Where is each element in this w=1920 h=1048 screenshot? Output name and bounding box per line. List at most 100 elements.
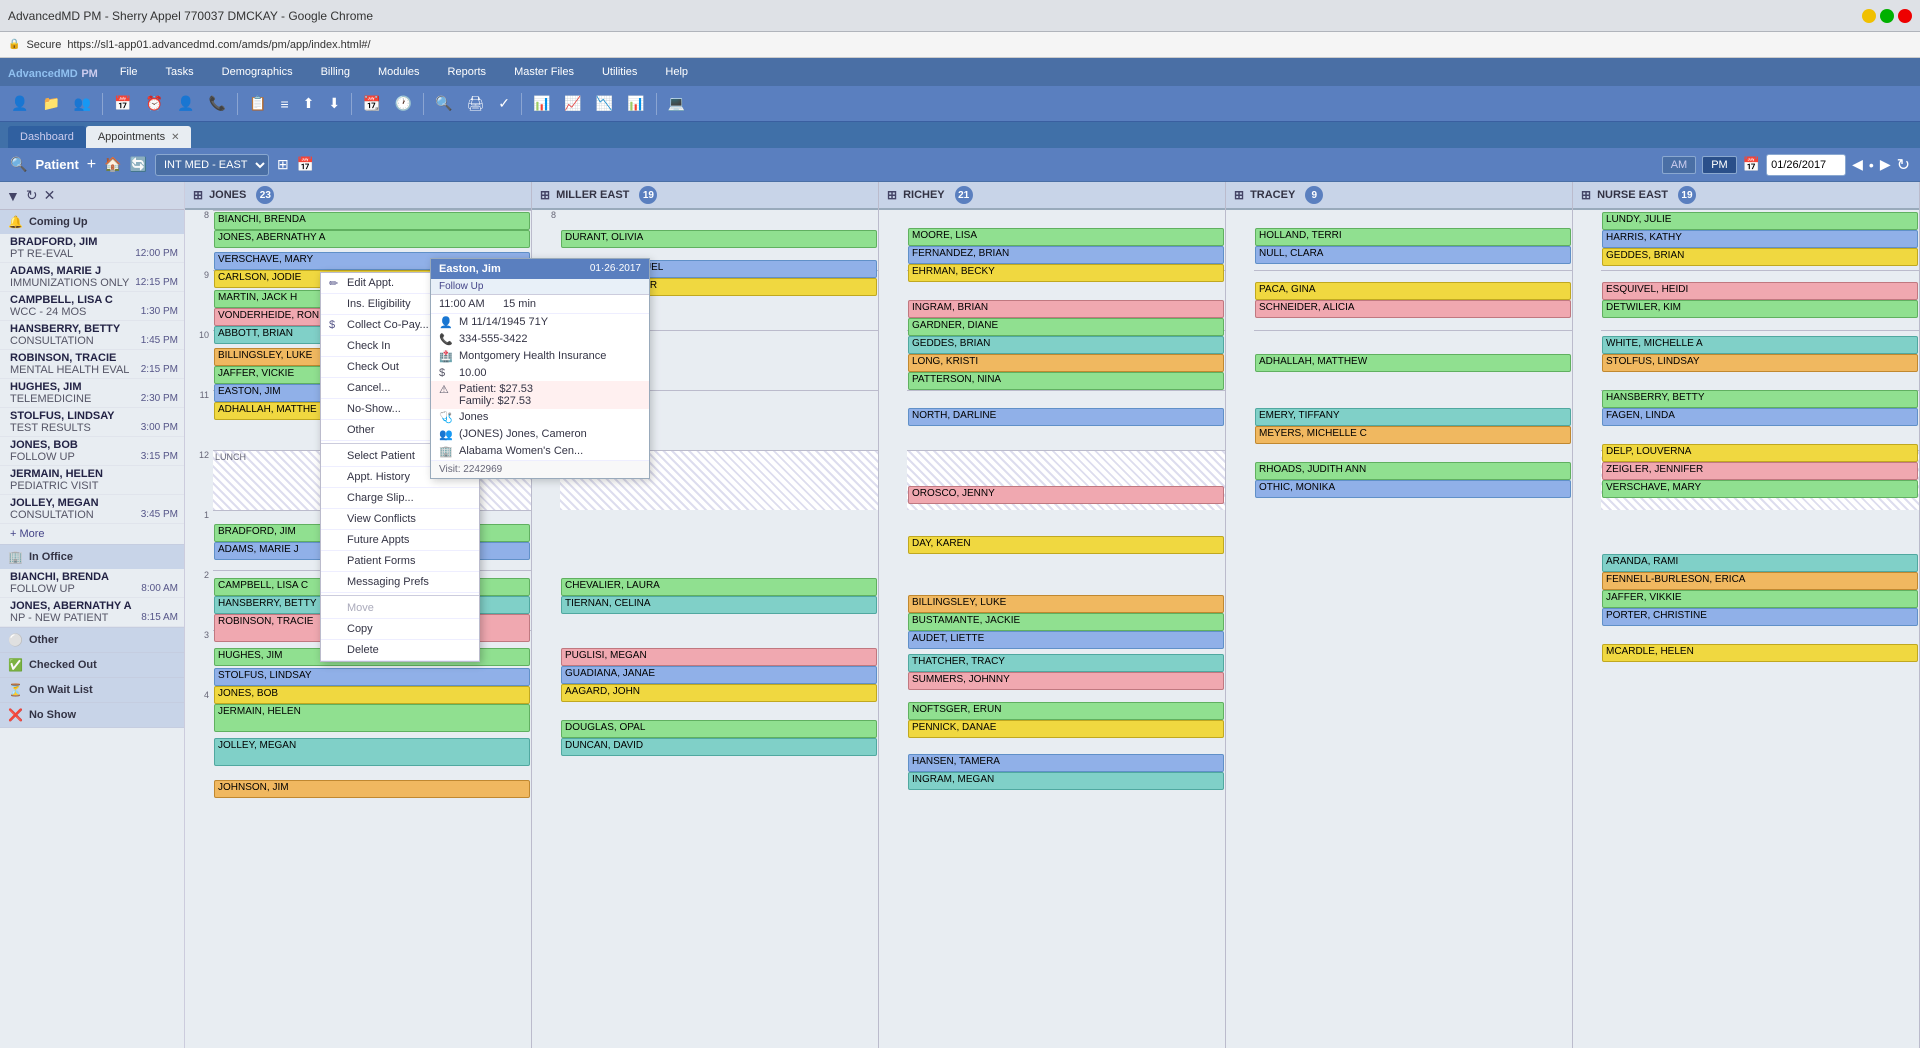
ctx-messaging-prefs[interactable]: Messaging Prefs (321, 572, 479, 593)
appt-ehrman[interactable]: EHRMAN, BECKY (908, 264, 1224, 282)
folder-icon[interactable]: 📁 (37, 92, 64, 115)
appt-fagen[interactable]: FAGEN, LINDA (1602, 408, 1918, 426)
download-icon[interactable]: ⬇ (323, 92, 345, 115)
calendar-nav-icon[interactable]: 📅 (297, 156, 314, 173)
appt-porter[interactable]: PORTER, CHRISTINE (1602, 608, 1918, 626)
sidebar-item-campbell[interactable]: CAMPBELL, LISA C WCC - 24 MOS 1:30 PM (0, 292, 184, 321)
ctx-charge-slip[interactable]: Charge Slip... (321, 488, 479, 509)
sidebar-item-stolfus[interactable]: STOLFUS, LINDSAY TEST RESULTS 3:00 PM (0, 408, 184, 437)
appt-delp[interactable]: DELP, LOUVERNA (1602, 444, 1918, 462)
appt-jaffer-nurse[interactable]: JAFFER, VIKKIE (1602, 590, 1918, 608)
sidebar-item-robinson[interactable]: ROBINSON, TRACIE MENTAL HEALTH EVAL 2:15… (0, 350, 184, 379)
provider-selector[interactable]: INT MED - EAST (155, 154, 269, 176)
appt-othic[interactable]: OTHIC, MONIKA (1255, 480, 1571, 498)
sidebar-close-icon[interactable]: ✕ (44, 187, 56, 204)
appt-jolley-megan[interactable]: JOLLEY, MEGAN (214, 738, 530, 766)
ctx-patient-forms[interactable]: Patient Forms (321, 551, 479, 572)
filter-icon[interactable]: ▼ (6, 188, 20, 204)
sidebar-item-jermain[interactable]: JERMAIN, HELEN PEDIATRIC VISIT (0, 466, 184, 495)
menu-utilities[interactable]: Utilities (596, 64, 643, 80)
sidebar-item-adams[interactable]: ADAMS, MARIE J IMMUNIZATIONS ONLY 12:15 … (0, 263, 184, 292)
tasks-icon[interactable]: ✓ (493, 92, 515, 115)
phone-icon[interactable]: 📞 (204, 92, 231, 115)
appt-holland[interactable]: HOLLAND, TERRI (1255, 228, 1571, 246)
appt-fernandez[interactable]: FERNANDEZ, BRIAN (908, 246, 1224, 264)
appt-white-michelle[interactable]: WHITE, MICHELLE A (1602, 336, 1918, 354)
appt-fennell[interactable]: FENNELL-BURLESON, ERICA (1602, 572, 1918, 590)
add-patient-button[interactable]: + (87, 156, 96, 174)
ctx-delete[interactable]: Delete (321, 640, 479, 661)
chart1-icon[interactable]: 📊 (528, 92, 555, 115)
people-icon[interactable]: 👥 (69, 92, 96, 115)
sidebar-item-hughes[interactable]: HUGHES, JIM TELEMEDICINE 2:30 PM (0, 379, 184, 408)
appt-jones-abernathy[interactable]: JONES, ABERNATHY A (214, 230, 530, 248)
appt-esquivel[interactable]: ESQUIVEL, HEIDI (1602, 282, 1918, 300)
sidebar-item-bradford[interactable]: BRADFORD, JIM PT RE-EVAL 12:00 PM (0, 234, 184, 263)
appt-hansberry-nurse[interactable]: HANSBERRY, BETTY (1602, 390, 1918, 408)
appt-zeigler[interactable]: ZEIGLER, JENNIFER (1602, 462, 1918, 480)
navigate-icon[interactable]: ⬆ (298, 92, 320, 115)
menu-modules[interactable]: Modules (372, 64, 426, 80)
address-url[interactable]: https://sl1-app01.advancedmd.com/amds/pm… (67, 39, 370, 51)
ctx-future-appts[interactable]: Future Appts (321, 530, 479, 551)
appt-verschave-nurse[interactable]: VERSCHAVE, MARY (1602, 480, 1918, 498)
time-icon[interactable]: 🕐 (390, 92, 417, 115)
appt-paca-gina[interactable]: PACA, GINA (1255, 282, 1571, 300)
search-icon[interactable]: 🔍 (430, 92, 457, 115)
tablet-icon[interactable]: 💻 (663, 92, 690, 115)
appt-north[interactable]: NORTH, DARLINE (908, 408, 1224, 426)
appt-lundy[interactable]: LUNDY, JULIE (1602, 212, 1918, 230)
appt-hansen[interactable]: HANSEN, TAMERA (908, 754, 1224, 772)
home-icon[interactable]: 🏠 (104, 156, 121, 173)
menu-file[interactable]: File (114, 64, 144, 80)
sidebar-item-jolley[interactable]: JOLLEY, MEGAN CONSULTATION 3:45 PM (0, 495, 184, 524)
sidebar-section-office-header[interactable]: 🏢 In Office (0, 545, 184, 569)
appt-chevalier[interactable]: CHEVALIER, LAURA (561, 578, 877, 596)
menu-master-files[interactable]: Master Files (508, 64, 580, 80)
calendar2-icon[interactable]: 📆 (358, 92, 385, 115)
appt-bianchi-brenda[interactable]: BIANCHI, BRENDA (214, 212, 530, 230)
calendar-icon[interactable]: 📅 (109, 92, 136, 115)
minimize-button[interactable] (1862, 9, 1876, 23)
tab-appointments[interactable]: Appointments ✕ (86, 126, 192, 148)
appt-geddes-brian[interactable]: GEDDES, BRIAN (908, 336, 1224, 354)
appt-rhoads[interactable]: RHOADS, JUDITH ANN (1255, 462, 1571, 480)
appt-schneider[interactable]: SCHNEIDER, ALICIA (1255, 300, 1571, 318)
ctx-view-conflicts[interactable]: View Conflicts (321, 509, 479, 530)
chart3-icon[interactable]: 📉 (591, 92, 618, 115)
appt-johnson-jim[interactable]: JOHNSON, JIM (214, 780, 530, 798)
appt-null-clara[interactable]: NULL, CLARA (1255, 246, 1571, 264)
appt-long-kristi[interactable]: LONG, KRISTI (908, 354, 1224, 372)
menu-icon[interactable]: ≡ (276, 93, 294, 115)
refresh-icon[interactable]: ↻ (1897, 155, 1910, 175)
person-icon[interactable]: 👤 (6, 92, 33, 115)
appt-mcardle[interactable]: MCARDLE, HELEN (1602, 644, 1918, 662)
today-dot-icon[interactable]: • (1869, 157, 1874, 173)
appt-moore-lisa[interactable]: MOORE, LISA (908, 228, 1224, 246)
sidebar-refresh-icon[interactable]: ↻ (26, 187, 38, 204)
appt-detwiler[interactable]: DETWILER, KIM (1602, 300, 1918, 318)
menu-reports[interactable]: Reports (442, 64, 493, 80)
prev-date-arrow[interactable]: ◀ (1852, 156, 1863, 173)
appt-adhallah-tracey[interactable]: ADHALLAH, MATTHEW (1255, 354, 1571, 372)
appt-patterson[interactable]: PATTERSON, NINA (908, 372, 1224, 390)
maximize-button[interactable] (1880, 9, 1894, 23)
appt-pennick[interactable]: PENNICK, DANAE (908, 720, 1224, 738)
grid-icon[interactable]: ⊞ (277, 156, 289, 173)
sidebar-section-coming-header[interactable]: 🔔 Coming Up (0, 210, 184, 234)
appt-geddes-nurse[interactable]: GEDDES, BRIAN (1602, 248, 1918, 266)
appt-audet[interactable]: AUDET, LIETTE (908, 631, 1224, 649)
search-icon-bar[interactable]: 🔍 (10, 156, 27, 173)
appt-harris-kathy[interactable]: HARRIS, KATHY (1602, 230, 1918, 248)
appt-stolfus-nurse[interactable]: STOLFUS, LINDSAY (1602, 354, 1918, 372)
appt-orosco[interactable]: OROSCO, JENNY (908, 486, 1224, 504)
list-icon[interactable]: 📋 (244, 92, 271, 115)
sidebar-item-jones-bob[interactable]: JONES, BOB FOLLOW UP 3:15 PM (0, 437, 184, 466)
appt-stolfus-lindsay[interactable]: STOLFUS, LINDSAY (214, 668, 530, 686)
sidebar-section-checked-out-header[interactable]: ✅ Checked Out (0, 653, 184, 677)
sidebar-item-hansberry[interactable]: HANSBERRY, BETTY CONSULTATION 1:45 PM (0, 321, 184, 350)
more-button[interactable]: + More (0, 524, 184, 544)
sidebar-section-other-header[interactable]: ⚪ Other (0, 628, 184, 652)
sidebar-section-no-show-header[interactable]: ❌ No Show (0, 703, 184, 727)
close-button[interactable] (1898, 9, 1912, 23)
